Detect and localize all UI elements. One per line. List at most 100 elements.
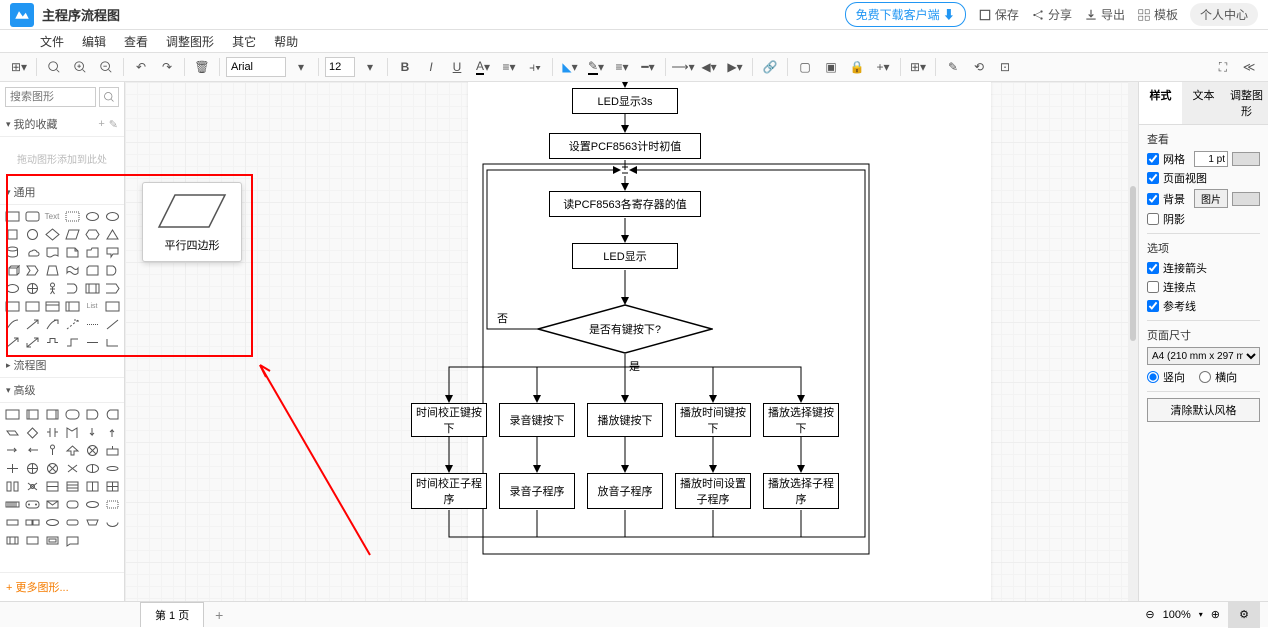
shape-conn3[interactable] xyxy=(83,334,101,350)
shape-curve[interactable] xyxy=(3,316,21,332)
adv-shape[interactable] xyxy=(63,406,81,422)
adv-shape[interactable] xyxy=(103,514,121,530)
adv-shape[interactable] xyxy=(23,514,41,530)
canvas-scrollbar[interactable] xyxy=(1128,82,1138,601)
adv-shape[interactable] xyxy=(43,406,61,422)
zoom-in[interactable] xyxy=(69,56,91,78)
shape-note[interactable] xyxy=(63,244,81,260)
shape-circle[interactable] xyxy=(23,226,41,242)
adv-shape[interactable] xyxy=(43,460,61,476)
shape-line[interactable] xyxy=(103,316,121,332)
italic-button[interactable]: I xyxy=(420,56,442,78)
adv-shape[interactable] xyxy=(23,496,41,512)
adv-shape[interactable] xyxy=(43,442,61,458)
font-dropdown-icon[interactable]: ▾ xyxy=(290,56,312,78)
line-color-button[interactable]: ✎▾ xyxy=(585,56,607,78)
guides-checkbox[interactable] xyxy=(1147,300,1159,312)
adv-shape[interactable] xyxy=(23,532,41,548)
adv-shape[interactable] xyxy=(83,460,101,476)
menu-other[interactable]: 其它 xyxy=(232,33,256,50)
node-led-display[interactable]: LED显示 xyxy=(572,243,678,269)
shape-card[interactable] xyxy=(83,262,101,278)
shape-rounded-rect[interactable] xyxy=(23,208,41,224)
align-button[interactable]: ≡▾ xyxy=(498,56,520,78)
adv-shape[interactable] xyxy=(3,442,21,458)
bold-button[interactable]: B xyxy=(394,56,416,78)
add-button[interactable]: +▾ xyxy=(872,56,894,78)
adv-shape[interactable] xyxy=(83,442,101,458)
adv-shape[interactable] xyxy=(3,460,21,476)
delete-button[interactable]: 🗑 xyxy=(191,56,213,78)
fullscreen-button[interactable]: ⛶ xyxy=(1212,56,1234,78)
node-playselect-key[interactable]: 播放选择键按下 xyxy=(763,403,839,437)
shape-arrow-curve[interactable] xyxy=(43,316,61,332)
shape-line-arrow[interactable] xyxy=(3,334,21,350)
portrait-radio[interactable] xyxy=(1147,371,1159,383)
node-play-key[interactable]: 播放键按下 xyxy=(587,403,663,437)
adv-shape[interactable] xyxy=(83,406,101,422)
menu-edit[interactable]: 编辑 xyxy=(82,33,106,50)
node-record-sub[interactable]: 录音子程序 xyxy=(499,473,575,509)
shape-conn4[interactable] xyxy=(103,334,121,350)
shape-data[interactable] xyxy=(3,280,21,296)
shape-arrow-ne[interactable] xyxy=(23,316,41,332)
zoom-fit[interactable] xyxy=(43,56,65,78)
node-playtime-key[interactable]: 播放时间键按下 xyxy=(675,403,751,437)
shape-folder[interactable] xyxy=(83,244,101,260)
adv-shape[interactable] xyxy=(23,424,41,440)
shape-cylinder[interactable] xyxy=(3,244,21,260)
templates-button[interactable]: 模板 xyxy=(1137,6,1178,23)
adv-shape[interactable] xyxy=(63,442,81,458)
shape-dotted[interactable] xyxy=(83,316,101,332)
adv-shape[interactable] xyxy=(83,496,101,512)
shape-hcontainer[interactable] xyxy=(43,298,61,314)
zoom-in-small[interactable]: ⊕ xyxy=(1211,608,1220,621)
node-time-key[interactable]: 时间校正键按下 xyxy=(411,403,487,437)
to-front-button[interactable]: ▢ xyxy=(794,56,816,78)
connarrow-checkbox[interactable] xyxy=(1147,262,1159,274)
adv-shape[interactable] xyxy=(3,424,21,440)
decision-key-pressed[interactable]: 是否有键按下? xyxy=(537,304,713,354)
adv-shape[interactable] xyxy=(103,460,121,476)
pageview-checkbox[interactable] xyxy=(1147,172,1159,184)
menu-adjust[interactable]: 调整图形 xyxy=(166,33,214,50)
shape-list[interactable]: List xyxy=(83,298,101,314)
adv-shape[interactable] xyxy=(103,406,121,422)
line-style-button[interactable]: ≡▾ xyxy=(611,56,633,78)
shape-cube[interactable] xyxy=(3,262,21,278)
undo-button[interactable]: ↶ xyxy=(130,56,152,78)
shape-container[interactable] xyxy=(3,298,21,314)
shape-list2[interactable] xyxy=(103,298,121,314)
font-color-button[interactable]: A▾ xyxy=(472,56,494,78)
save-button[interactable]: 保存 xyxy=(978,6,1019,23)
tab-style[interactable]: 样式 xyxy=(1139,82,1182,124)
favorites-section-header[interactable]: ▾我的收藏 +✎ xyxy=(0,112,124,137)
general-section-header[interactable]: ▾通用 xyxy=(0,180,124,205)
node-playselect-sub[interactable]: 播放选择子程序 xyxy=(763,473,839,509)
adv-shape[interactable] xyxy=(3,496,21,512)
connector-start[interactable]: ◀▾ xyxy=(698,56,720,78)
bg-image-button[interactable]: 图片 xyxy=(1194,189,1228,208)
search-shapes-input[interactable] xyxy=(5,87,96,107)
connpoint-checkbox[interactable] xyxy=(1147,281,1159,293)
adv-shape[interactable] xyxy=(43,478,61,494)
tab-adjust[interactable]: 调整图形 xyxy=(1225,82,1268,124)
grid-button[interactable]: ⊞▾ xyxy=(907,56,929,78)
adv-shape[interactable] xyxy=(63,496,81,512)
adv-shape[interactable] xyxy=(63,460,81,476)
edit-fav-icon[interactable]: ✎ xyxy=(109,118,118,131)
bg-color-swatch[interactable] xyxy=(1232,192,1260,206)
layout-button[interactable]: ⊡ xyxy=(994,56,1016,78)
user-button[interactable]: 个人中心 xyxy=(1190,3,1258,26)
shape-bidir[interactable] xyxy=(23,334,41,350)
add-page-button[interactable]: + xyxy=(208,604,230,626)
pagesize-select[interactable]: A4 (210 mm x 297 mm) xyxy=(1147,347,1260,365)
grid-checkbox[interactable] xyxy=(1147,153,1159,165)
shape-conn1[interactable] xyxy=(43,334,61,350)
lock-button[interactable]: 🔒 xyxy=(846,56,868,78)
adv-shape[interactable] xyxy=(103,424,121,440)
shape-cloud[interactable] xyxy=(23,244,41,260)
shape-step[interactable] xyxy=(23,262,41,278)
adv-shape[interactable] xyxy=(43,514,61,530)
adv-shape[interactable] xyxy=(83,424,101,440)
